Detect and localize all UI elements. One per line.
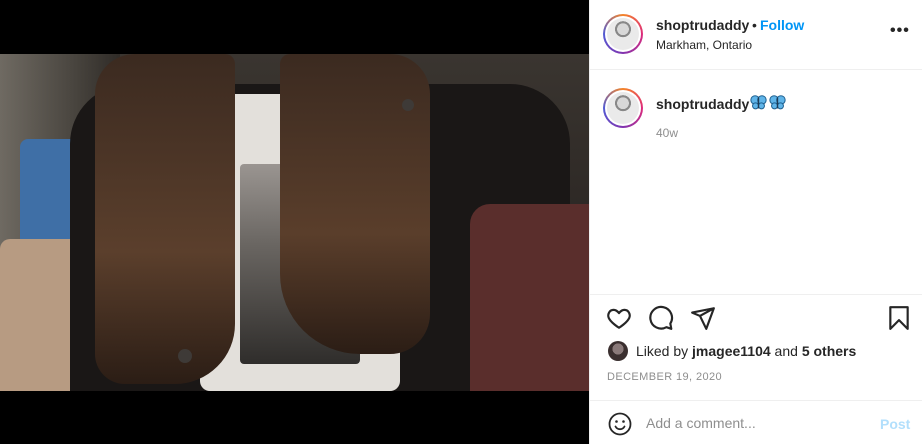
post-date[interactable]: DECEMBER 19, 2020: [607, 371, 722, 383]
post-comment-button[interactable]: Post: [880, 416, 910, 432]
post-caption: shoptrudaddy 40w: [590, 70, 922, 294]
post-actions-area: Liked by jmagee1104 and 5 others DECEMBE…: [590, 294, 922, 444]
post-media: [0, 0, 589, 444]
post-location[interactable]: Markham, Ontario: [656, 38, 752, 52]
liker-username[interactable]: jmagee1104: [692, 343, 771, 359]
photo-coat-button: [402, 99, 414, 111]
avatar-image: [607, 92, 639, 124]
likes-summary: Liked by jmagee1104 and 5 others: [608, 341, 856, 361]
comment-bar: Post: [590, 400, 922, 444]
post-header: shoptrudaddy • Follow Markham, Ontario •…: [590, 0, 922, 70]
post-sidebar: shoptrudaddy • Follow Markham, Ontario •…: [589, 0, 922, 444]
likes-others-link[interactable]: 5 others: [802, 343, 856, 359]
caption-emoji: [750, 94, 786, 111]
author-username[interactable]: shoptrudaddy: [656, 17, 749, 33]
heart-icon[interactable]: [606, 305, 632, 331]
instagram-post: shoptrudaddy • Follow Markham, Ontario •…: [0, 0, 922, 444]
follow-button[interactable]: Follow: [760, 17, 804, 33]
likes-middle: and: [770, 343, 802, 359]
share-icon[interactable]: [690, 305, 716, 331]
smiley-icon[interactable]: [608, 412, 632, 436]
bookmark-icon[interactable]: [886, 305, 912, 331]
photo-red-pillow: [470, 204, 589, 391]
caption-username[interactable]: shoptrudaddy: [656, 96, 749, 112]
liker-avatar[interactable]: [608, 341, 628, 361]
post-age[interactable]: 40w: [656, 126, 678, 140]
caption-avatar[interactable]: [603, 88, 643, 128]
avatar-inner: [605, 16, 641, 52]
post-photo[interactable]: [0, 54, 589, 391]
comment-icon[interactable]: [648, 305, 674, 331]
more-options-icon[interactable]: •••: [890, 22, 910, 40]
author-avatar[interactable]: [603, 14, 643, 54]
photo-hair-left: [95, 54, 235, 384]
photo-coat-button: [178, 349, 192, 363]
butterfly-emoji: [750, 95, 767, 110]
likes-prefix: Liked by: [636, 343, 693, 359]
separator-dot: •: [752, 17, 757, 33]
avatar-image: [607, 18, 639, 50]
action-icons: [606, 305, 716, 331]
avatar-inner: [605, 90, 641, 126]
comment-input[interactable]: [646, 409, 866, 437]
butterfly-emoji: [769, 95, 786, 110]
